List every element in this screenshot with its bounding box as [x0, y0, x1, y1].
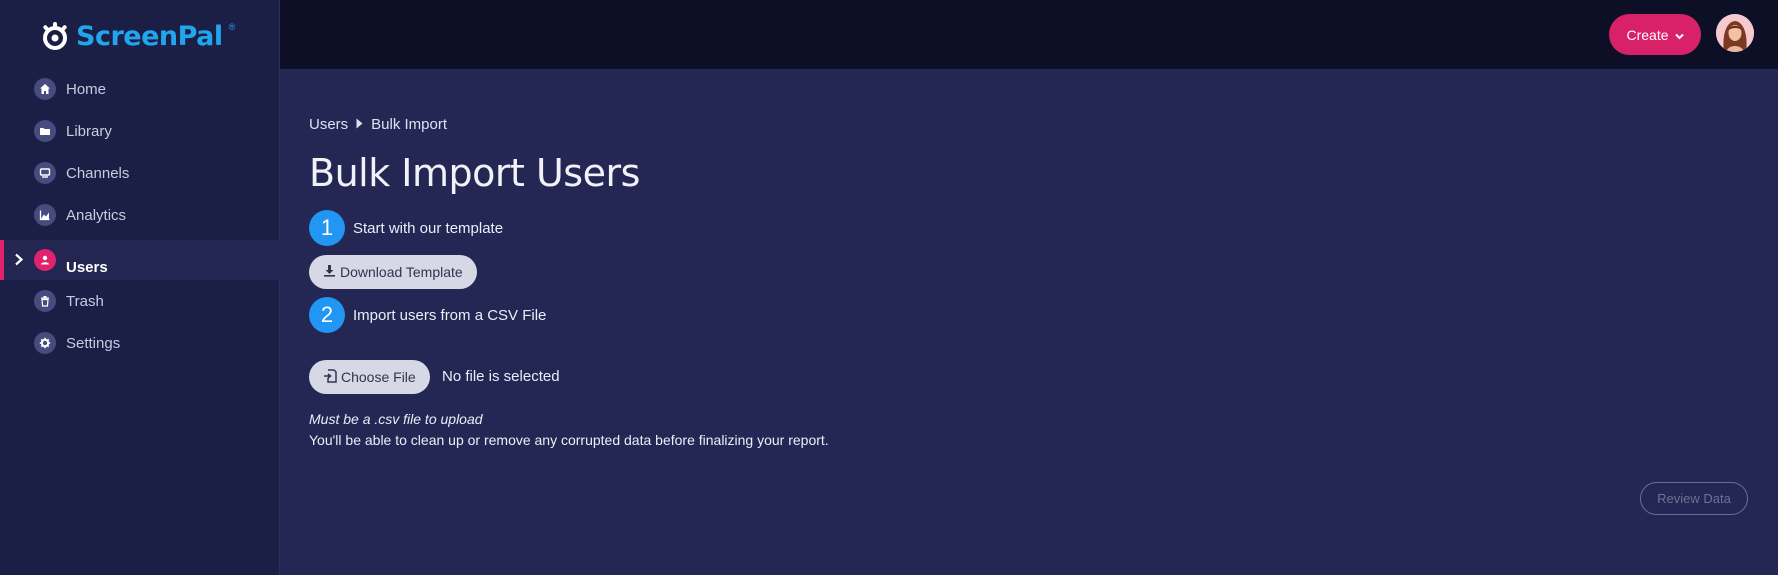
- analytics-icon: [34, 204, 56, 226]
- download-template-label: Download Template: [340, 264, 463, 280]
- step-label: Import users from a CSV File: [353, 306, 547, 324]
- sidebar-item-analytics[interactable]: Analytics: [0, 194, 280, 236]
- chevron-right-icon: [14, 253, 24, 271]
- home-icon: [34, 78, 56, 100]
- sidebar-item-label: Users: [66, 258, 108, 276]
- folder-icon: [34, 120, 56, 142]
- create-button-label: Create: [1626, 26, 1669, 43]
- choose-file-label: Choose File: [341, 369, 416, 385]
- breadcrumb-current: Bulk Import: [371, 116, 448, 133]
- sidebar-nav: Home Library Channels Analytics Users Tr…: [0, 68, 280, 364]
- breadcrumb: Users Bulk Import: [309, 116, 447, 133]
- sidebar: ScreenPal ® Home Library Channels Analyt…: [0, 0, 280, 575]
- sidebar-item-label: Channels: [66, 164, 130, 182]
- user-icon: [34, 249, 56, 271]
- gear-icon: [34, 332, 56, 354]
- sidebar-item-home[interactable]: Home: [0, 68, 280, 110]
- download-template-button[interactable]: Download Template: [309, 255, 477, 289]
- breadcrumb-separator-icon: [356, 116, 363, 133]
- download-icon: [323, 264, 336, 280]
- choose-file-button[interactable]: Choose File: [309, 360, 430, 394]
- create-button[interactable]: Create: [1609, 14, 1701, 55]
- step-number-badge: 2: [309, 297, 345, 333]
- logo-text: ScreenPal: [76, 20, 223, 52]
- step-number-badge: 1: [309, 210, 345, 246]
- logo-registered-mark: ®: [228, 22, 236, 32]
- sidebar-item-trash[interactable]: Trash: [0, 280, 280, 322]
- review-data-button[interactable]: Review Data: [1640, 482, 1748, 515]
- chevron-down-icon: [1674, 27, 1684, 43]
- file-status-text: No file is selected: [442, 368, 560, 385]
- trash-icon: [34, 290, 56, 312]
- sidebar-item-library[interactable]: Library: [0, 110, 280, 152]
- sidebar-item-label: Analytics: [66, 206, 127, 224]
- main-content: Users Bulk Import Bulk Import Users 1 St…: [309, 69, 1778, 575]
- screenpal-logo-icon: [40, 21, 70, 51]
- sidebar-item-channels[interactable]: Channels: [0, 152, 280, 194]
- cleanup-note: You'll be able to clean up or remove any…: [309, 432, 829, 448]
- step-1: 1 Start with our template: [309, 210, 503, 246]
- file-import-icon: [323, 368, 337, 386]
- csv-requirement-note: Must be a .csv file to upload: [309, 411, 483, 427]
- page-title: Bulk Import Users: [309, 151, 640, 195]
- step-2: 2 Import users from a CSV File: [309, 297, 546, 333]
- step-label: Start with our template: [353, 219, 504, 237]
- sidebar-item-settings[interactable]: Settings: [0, 322, 280, 364]
- sidebar-item-label: Trash: [66, 292, 104, 310]
- top-bar: Create: [280, 0, 1778, 69]
- channels-icon: [34, 162, 56, 184]
- screenpal-logo[interactable]: ScreenPal ®: [40, 18, 235, 54]
- sidebar-item-users[interactable]: Users: [0, 240, 280, 280]
- breadcrumb-users-link[interactable]: Users: [309, 116, 348, 133]
- sidebar-item-label: Library: [66, 122, 112, 140]
- sidebar-item-label: Settings: [66, 334, 121, 352]
- user-avatar[interactable]: [1716, 14, 1754, 52]
- sidebar-item-label: Home: [66, 80, 107, 98]
